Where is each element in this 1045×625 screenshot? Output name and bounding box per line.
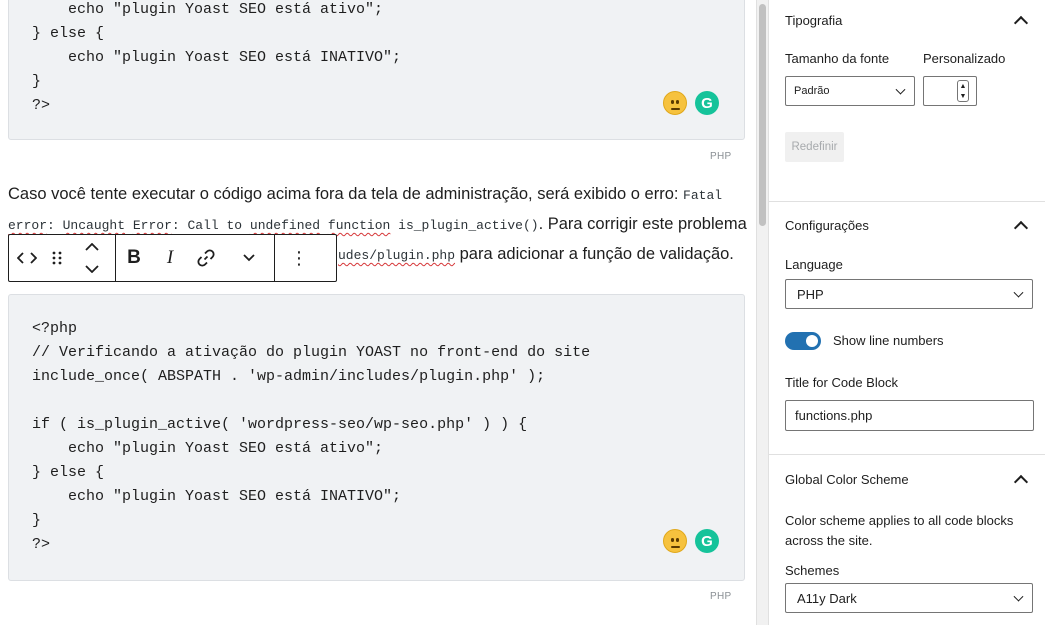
- chevron-down-icon: [1013, 287, 1024, 298]
- code-content[interactable]: echo "plugin Yoast SEO está ativo"; } el…: [32, 0, 744, 118]
- settings-panel-header[interactable]: Configurações: [769, 202, 1045, 248]
- schemes-select[interactable]: A11y Dark: [785, 583, 1033, 613]
- extension-icons: G: [663, 91, 719, 115]
- code-content[interactable]: <?php // Verificando a ativação do plugi…: [32, 295, 744, 557]
- editor-canvas: echo "plugin Yoast SEO está ativo"; } el…: [0, 0, 756, 625]
- line-numbers-label: Show line numbers: [833, 333, 944, 348]
- panel-title: Global Color Scheme: [785, 471, 909, 487]
- code-block-top[interactable]: echo "plugin Yoast SEO está ativo"; } el…: [8, 0, 745, 140]
- drag-handle-icon[interactable]: [45, 235, 69, 281]
- code-icon[interactable]: [9, 235, 45, 281]
- scrollbar-thumb[interactable]: [759, 4, 766, 226]
- language-tag: PHP: [710, 151, 732, 162]
- toolbar-group-options: ⋮: [275, 235, 323, 281]
- language-tag: PHP: [710, 591, 732, 602]
- chevron-up-icon[interactable]: [1013, 220, 1029, 235]
- toolbar-group-format: B I: [116, 235, 275, 281]
- italic-button[interactable]: I: [152, 235, 188, 281]
- bold-button[interactable]: B: [116, 235, 152, 281]
- inline-code-path: udes/plugin.php: [338, 248, 456, 263]
- move-down-icon[interactable]: [85, 260, 99, 278]
- code-block-selected[interactable]: <?php // Verificando a ativação do plugi…: [8, 294, 745, 581]
- scrollbar[interactable]: [757, 0, 769, 625]
- neutral-face-icon[interactable]: [663, 91, 687, 115]
- color-scheme-panel-header[interactable]: Global Color Scheme: [769, 455, 1045, 503]
- neutral-face-icon[interactable]: [663, 529, 687, 553]
- reset-button[interactable]: Redefinir: [785, 132, 844, 162]
- grammarly-icon[interactable]: G: [695, 529, 719, 553]
- extension-icons: G: [663, 529, 719, 553]
- font-size-select[interactable]: Padrão: [785, 76, 915, 106]
- language-select[interactable]: PHP: [785, 279, 1033, 309]
- chevron-down-icon: [895, 84, 906, 95]
- font-size-label: Tamanho da fonte: [785, 51, 890, 66]
- panel-title: Tipografia: [785, 12, 843, 28]
- options-menu-icon[interactable]: ⋮: [275, 235, 323, 281]
- typography-panel: Tipografia Tamanho da fonte Personalizad…: [769, 0, 1045, 202]
- block-mover: [69, 235, 115, 281]
- custom-size-label: Personalizado: [923, 51, 1006, 66]
- block-toolbar: B I ⋮: [8, 234, 337, 282]
- settings-panel: Configurações Language PHP Show line num…: [769, 202, 1045, 455]
- chevron-up-icon[interactable]: [1013, 15, 1029, 30]
- language-label: Language: [785, 257, 843, 272]
- chevron-up-icon[interactable]: [1013, 474, 1029, 489]
- grammarly-icon[interactable]: G: [695, 91, 719, 115]
- toolbar-group-block: [9, 235, 116, 281]
- chevron-down-icon: [1013, 591, 1024, 602]
- typography-panel-header[interactable]: Tipografia: [769, 0, 1045, 40]
- link-icon[interactable]: [188, 235, 224, 281]
- color-scheme-panel: Global Color Scheme Color scheme applies…: [769, 455, 1045, 625]
- schemes-label: Schemes: [785, 563, 840, 578]
- spinner-icon[interactable]: ▲ ▼: [957, 80, 969, 102]
- color-scheme-description: Color scheme applies to all code blocks a…: [785, 513, 1014, 548]
- settings-sidebar: Tipografia Tamanho da fonte Personalizad…: [756, 0, 1045, 625]
- line-numbers-toggle[interactable]: [785, 332, 821, 350]
- code-title-label: Title for Code Block: [785, 375, 898, 390]
- code-title-input[interactable]: functions.php: [785, 400, 1034, 431]
- move-up-icon[interactable]: [85, 238, 99, 256]
- more-formats-chevron-down-icon[interactable]: [224, 235, 274, 281]
- custom-size-input[interactable]: ▲ ▼: [923, 76, 977, 106]
- panel-title: Configurações: [785, 217, 869, 233]
